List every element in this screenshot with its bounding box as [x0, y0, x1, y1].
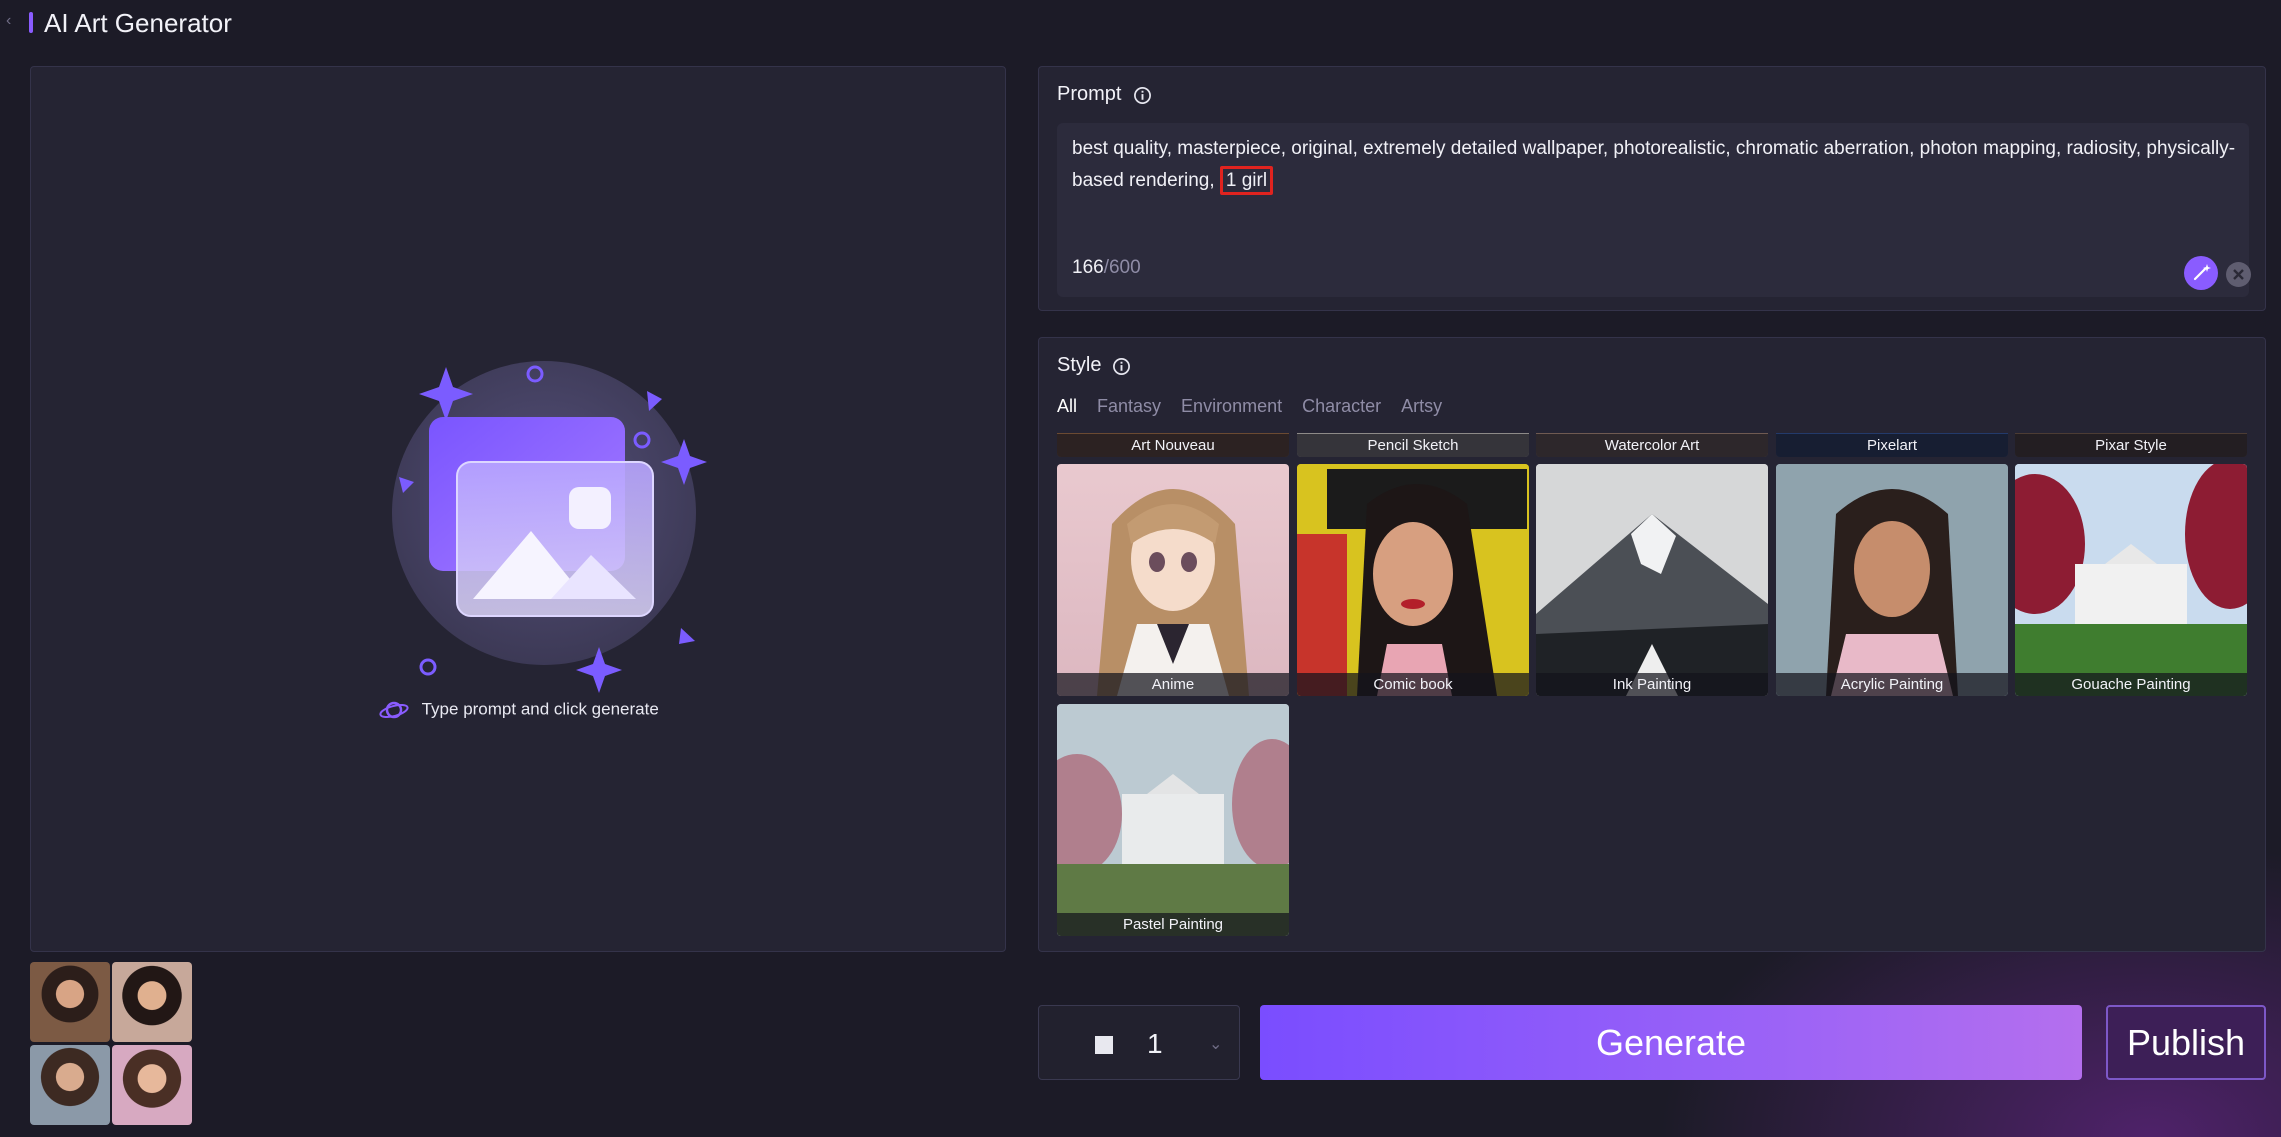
close-icon [2233, 269, 2244, 280]
prompt-highlighted-text: 1 girl [1219, 166, 1274, 195]
style-tile-anime[interactable]: Anime [1057, 464, 1289, 696]
style-tile-label: Comic book [1297, 673, 1529, 696]
style-row-partial: Art Nouveau Pencil Sketch Watercolor Art… [1057, 433, 2249, 457]
history-thumbnail[interactable] [112, 1045, 192, 1125]
acrylic-painting-preview-image [1776, 464, 2008, 696]
gouache-painting-preview-image [2015, 464, 2247, 696]
style-panel: Style All Fantasy Environment Character … [1038, 337, 2266, 952]
publish-button[interactable]: Publish [2106, 1005, 2266, 1080]
tab-all[interactable]: All [1057, 396, 1077, 417]
magic-wand-icon [2193, 264, 2211, 281]
style-tile-pixelart[interactable]: Pixelart [1776, 433, 2008, 457]
style-tile-acrylic-painting[interactable]: Acrylic Painting [1776, 464, 2008, 696]
style-tile-label: Pastel Painting [1057, 913, 1289, 936]
history-thumbnail[interactable] [30, 962, 110, 1042]
generate-hint: Type prompt and click generate [31, 699, 1007, 721]
image-placeholder-illustration [392, 361, 707, 693]
style-tile-label: Anime [1057, 673, 1289, 696]
planet-icon [379, 701, 409, 719]
style-tile-label: Gouache Painting [2015, 673, 2247, 696]
tab-environment[interactable]: Environment [1181, 396, 1282, 417]
prompt-text[interactable]: best quality, masterpiece, original, ext… [1072, 133, 2237, 197]
history-thumbnails [30, 962, 194, 1126]
prompt-panel: Prompt best quality, masterpiece, origin… [1038, 66, 2266, 311]
chevron-down-icon[interactable]: ⌄ [1209, 1034, 1222, 1054]
canvas-panel: Type prompt and click generate [30, 66, 1006, 952]
image-count-icon [1095, 1036, 1113, 1054]
tab-character[interactable]: Character [1302, 396, 1381, 417]
tab-artsy[interactable]: Artsy [1401, 396, 1442, 417]
magic-wand-button[interactable] [2184, 256, 2218, 290]
info-icon[interactable] [1133, 86, 1152, 105]
anime-preview-image [1097, 489, 1249, 696]
style-tile-label: Pixar Style [2015, 434, 2247, 457]
style-tile-label: Pencil Sketch [1297, 434, 1529, 457]
style-tile-label: Art Nouveau [1057, 434, 1289, 457]
back-chevron-icon[interactable]: ‹ [6, 12, 11, 30]
style-tile-comic-book[interactable]: Comic book [1297, 464, 1529, 696]
style-tile-pixar-style[interactable]: Pixar Style [2015, 433, 2247, 457]
generate-hint-text: Type prompt and click generate [421, 699, 659, 719]
prompt-heading: Prompt [1057, 83, 1122, 105]
character-count: 166 [1072, 257, 1104, 278]
style-tile-label: Watercolor Art [1536, 434, 1768, 457]
title-accent-bar [29, 12, 33, 33]
style-tile-art-nouveau[interactable]: Art Nouveau [1057, 433, 1289, 457]
style-tile-watercolor-art[interactable]: Watercolor Art [1536, 433, 1768, 457]
tab-fantasy[interactable]: Fantasy [1097, 396, 1161, 417]
prompt-input[interactable]: best quality, masterpiece, original, ext… [1057, 123, 2251, 297]
character-counter: 166/600 [1072, 257, 1141, 279]
top-bar: ‹ AI Art Generator [0, 0, 2281, 46]
pastel-painting-preview-image [1057, 704, 1289, 936]
quantity-select[interactable]: 1 ⌄ [1038, 1005, 1240, 1080]
generate-button[interactable]: Generate [1260, 1005, 2082, 1080]
history-thumbnail[interactable] [112, 962, 192, 1042]
style-tile-ink-painting[interactable]: Ink Painting [1536, 464, 1768, 696]
comic-book-preview-image [1297, 464, 1529, 696]
style-tile-pastel-painting[interactable]: Pastel Painting [1057, 704, 1289, 936]
page-title: AI Art Generator [44, 8, 232, 38]
history-thumbnail[interactable] [30, 1045, 110, 1125]
style-heading: Style [1057, 354, 1102, 376]
style-tile-label: Ink Painting [1536, 673, 1768, 696]
clear-prompt-button[interactable] [2226, 262, 2251, 287]
quantity-value: 1 [1147, 1028, 1163, 1059]
ink-painting-preview-image [1536, 464, 1768, 696]
style-tile-pencil-sketch[interactable]: Pencil Sketch [1297, 433, 1529, 457]
style-tile-gouache-painting[interactable]: Gouache Painting [2015, 464, 2247, 696]
style-tabs: All Fantasy Environment Character Artsy [1057, 396, 1442, 417]
style-tile-label: Pixelart [1776, 434, 2008, 457]
character-limit: /600 [1103, 257, 1141, 278]
info-icon[interactable] [1112, 357, 1131, 376]
style-tile-label: Acrylic Painting [1776, 673, 2008, 696]
app-window: ‹ AI Art Generator Type prompt and click… [0, 0, 2281, 1137]
